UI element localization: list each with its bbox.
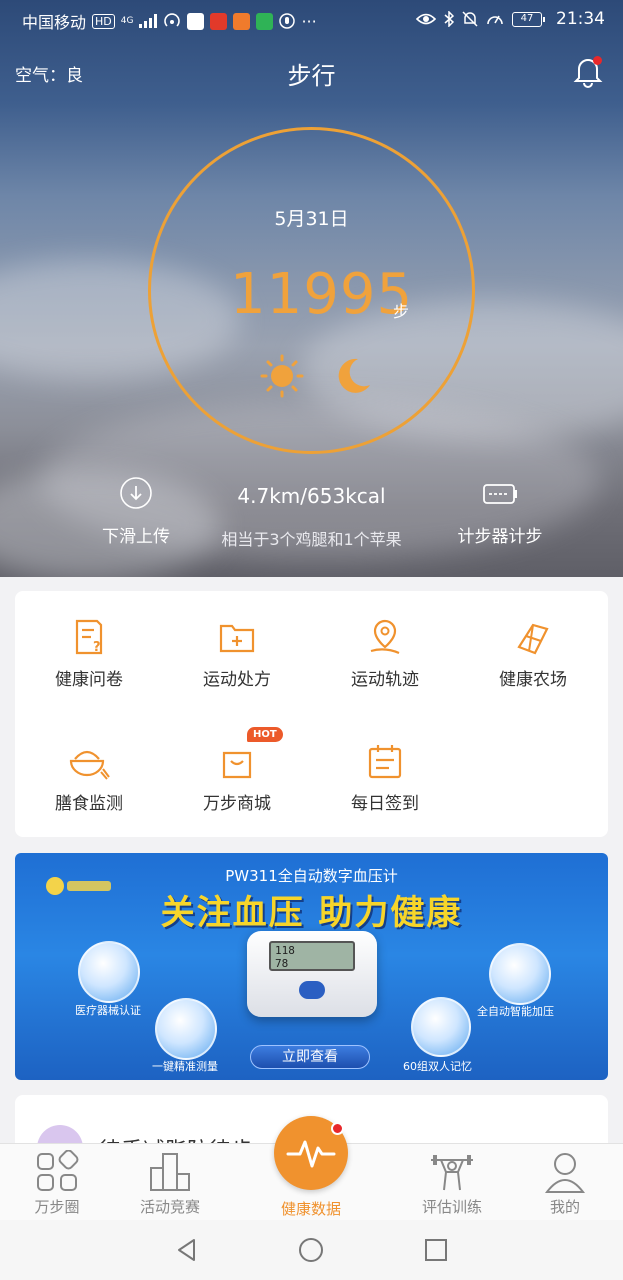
banner-feature: 医疗器械认证: [75, 1004, 141, 1017]
speed-icon: [487, 15, 503, 25]
feature-label: 每日签到: [351, 794, 419, 814]
feature-label: 运动轨迹: [351, 670, 419, 690]
moon-icon[interactable]: [332, 355, 374, 397]
hd-badge: HD: [92, 13, 115, 29]
status-bar: 中国移动 HD 4G ··· 47 21:34: [0, 0, 623, 38]
home-icon[interactable]: [298, 1237, 324, 1263]
nav-label: 我的: [549, 1198, 580, 1216]
carrier-name: 中国移动: [22, 13, 87, 32]
banner-headline: 关注血压 助力健康: [160, 893, 463, 933]
banner-feature: 全自动智能加压: [477, 1005, 554, 1018]
feature-track[interactable]: 运动轨迹: [311, 617, 459, 690]
shopping-bag-icon: [222, 751, 252, 779]
community-grid-icon: [37, 1150, 79, 1191]
bowl-icon: [69, 750, 110, 780]
feature-farm[interactable]: 健康农场: [459, 617, 607, 690]
blood-pressure-monitor-image: 118 78: [247, 931, 377, 1017]
prescription-folder-icon: [219, 624, 255, 653]
signal-icon: [139, 14, 158, 28]
nav-item-me[interactable]: 我的: [510, 1150, 620, 1217]
svg-text:?: ?: [93, 640, 101, 655]
podium-icon: [150, 1153, 190, 1191]
notification-dot: [593, 56, 602, 65]
systolic-reading: 118: [275, 944, 295, 957]
nav-label: 万步圈: [34, 1198, 80, 1216]
feature-questionnaire[interactable]: ? 健康问卷: [15, 617, 163, 690]
feature-label: 运动处方: [203, 670, 271, 690]
feature-prescription[interactable]: 运动处方: [163, 617, 311, 690]
sun-icon[interactable]: [260, 354, 304, 398]
diastolic-reading: 78: [275, 957, 289, 970]
location-track-icon: [370, 619, 400, 655]
feature-label: 膳食监测: [55, 794, 123, 814]
page-title: 步行: [287, 62, 336, 90]
questionnaire-icon: ?: [75, 619, 103, 655]
network-type: 4G: [120, 16, 134, 26]
mute-bell-icon: [462, 11, 478, 27]
farm-icon: [517, 623, 549, 655]
app-notification-icon: [210, 12, 228, 30]
pedometer-button[interactable]: 计步器计步: [446, 476, 554, 547]
feature-checkin[interactable]: 每日签到: [311, 741, 459, 814]
hero-background: 中国移动 HD 4G ··· 47 21:34 空气：良 步行 5月31日 11…: [0, 0, 623, 577]
eye-icon: [416, 13, 436, 25]
bluetooth-icon: [444, 11, 454, 27]
calendar-icon: [368, 745, 402, 779]
hand-icon: [279, 13, 296, 29]
more-notifications-icon: ···: [301, 11, 317, 31]
app-notification-icon: [233, 12, 251, 30]
monitor-button: [299, 981, 325, 999]
touch-hand-icon: [155, 998, 217, 1060]
view-now-button[interactable]: 立即查看: [250, 1045, 370, 1069]
pedometer-icon: [483, 484, 517, 504]
step-count: 11995: [230, 262, 414, 327]
banner-feature: 一键精准测量: [152, 1060, 218, 1073]
nav-item-training[interactable]: 评估训练: [397, 1150, 507, 1217]
nav-label: 活动竞赛: [139, 1198, 200, 1216]
battery-indicator: 47: [512, 11, 545, 27]
nav-label-active: 健康数据: [280, 1200, 341, 1218]
step-unit: 步: [393, 302, 410, 321]
users-memory-icon: [411, 997, 471, 1057]
feature-label: 健康农场: [499, 670, 567, 690]
nav-label: 评估训练: [421, 1198, 482, 1216]
feature-label: 万步商城: [203, 794, 271, 814]
weightlifting-icon: [431, 1155, 473, 1191]
step-date: 5月31日: [274, 208, 349, 230]
nav-item-circle[interactable]: 万步圈: [2, 1150, 112, 1217]
recents-icon[interactable]: [423, 1237, 449, 1263]
system-navigation-bar: [0, 1220, 623, 1280]
app-notification-icon: [256, 12, 274, 30]
hot-badge: HOT: [247, 727, 283, 742]
feature-grid: ? 健康问卷 运动处方 运动轨迹 健康农场 膳食监测 HOT 万步商城 每日签到: [15, 591, 608, 837]
pedometer-label: 计步器计步: [457, 527, 543, 547]
feature-mall[interactable]: HOT 万步商城: [163, 727, 311, 814]
banner-subtitle: PW311全自动数字血压计: [225, 867, 398, 885]
medical-cross-icon: [489, 943, 551, 1005]
promo-banner[interactable]: PW311全自动数字血压计 关注血压 助力健康 医疗器械认证 一键精准测量 60…: [15, 853, 608, 1080]
app-notification-icon: [187, 12, 205, 30]
notification-dot: [331, 1122, 344, 1135]
monitor-screen: 118 78: [269, 941, 355, 971]
certification-shield-icon: [78, 941, 140, 1003]
nav-item-activities[interactable]: 活动竞赛: [115, 1150, 225, 1217]
banner-feature: 60组双人记忆: [403, 1060, 472, 1073]
clock: 21:34: [556, 9, 605, 29]
feature-diet[interactable]: 膳食监测: [15, 741, 163, 814]
feature-label: 健康问卷: [55, 670, 123, 690]
top-bar: 空气：良 步行: [0, 48, 623, 96]
hotspot-icon: [164, 13, 181, 27]
back-icon[interactable]: [174, 1237, 200, 1263]
profile-icon: [544, 1153, 586, 1193]
